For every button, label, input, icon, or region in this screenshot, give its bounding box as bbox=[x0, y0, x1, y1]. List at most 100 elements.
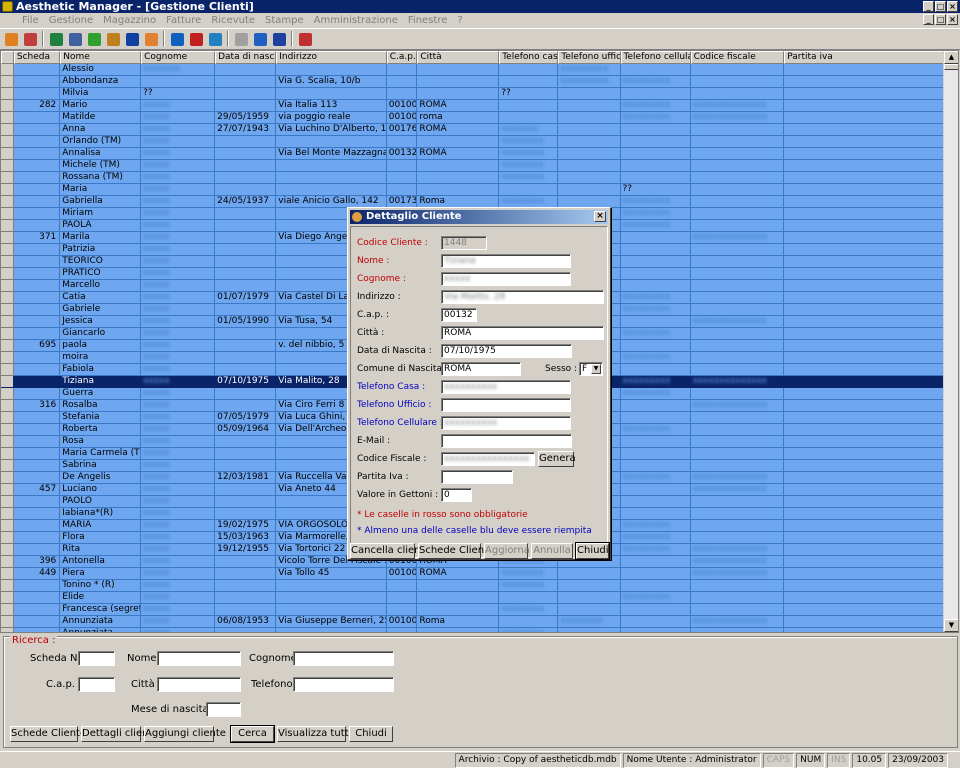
table-cell[interactable] bbox=[784, 556, 944, 568]
table-cell[interactable] bbox=[215, 76, 277, 88]
table-cell[interactable]: Abbondanza bbox=[60, 76, 142, 88]
table-cell[interactable] bbox=[13, 364, 61, 376]
table-cell[interactable]: xxxxxxxxxxxxxx bbox=[690, 484, 785, 496]
table-cell[interactable]: xxxxxxxxx bbox=[620, 76, 691, 88]
close-icon[interactable]: × bbox=[947, 1, 958, 12]
table-cell[interactable] bbox=[690, 220, 785, 232]
table-cell[interactable]: xxxxx bbox=[141, 280, 216, 292]
table-cell[interactable] bbox=[784, 376, 944, 388]
table-cell[interactable] bbox=[784, 568, 944, 580]
table-cell[interactable] bbox=[784, 496, 944, 508]
table-cell[interactable] bbox=[13, 448, 61, 460]
table-cell[interactable] bbox=[417, 88, 500, 100]
column-header[interactable]: Città bbox=[417, 51, 500, 64]
table-cell[interactable] bbox=[13, 532, 61, 544]
table-cell[interactable]: xxxxxxxxxxxxxx bbox=[690, 316, 785, 328]
table-cell[interactable] bbox=[620, 556, 691, 568]
table-cell[interactable] bbox=[215, 352, 277, 364]
table-cell[interactable] bbox=[620, 604, 691, 616]
comune-field[interactable]: ROMA bbox=[441, 362, 521, 376]
table-cell[interactable]: xxxxxxxx bbox=[499, 172, 559, 184]
column-header[interactable]: Partita iva bbox=[784, 51, 944, 64]
telefono-input[interactable] bbox=[293, 677, 394, 692]
row-selector[interactable] bbox=[1, 232, 14, 244]
scroll-down-icon[interactable]: ▼ bbox=[944, 619, 958, 632]
table-row[interactable]: Rossana (TM) xxxxx xxxxxxxx bbox=[1, 172, 944, 184]
row-selector[interactable] bbox=[1, 412, 14, 424]
table-row[interactable]: Annunziata xxxxx xxxxxxxx bbox=[1, 628, 944, 632]
table-cell[interactable]: ?? bbox=[499, 88, 559, 100]
table-cell[interactable]: xxxxx bbox=[141, 352, 216, 364]
row-selector[interactable] bbox=[1, 112, 14, 124]
table-cell[interactable] bbox=[690, 532, 785, 544]
table-cell[interactable] bbox=[690, 604, 785, 616]
table-cell[interactable] bbox=[690, 196, 785, 208]
users-icon[interactable] bbox=[21, 30, 39, 48]
table-cell[interactable] bbox=[620, 256, 691, 268]
table-cell[interactable] bbox=[558, 100, 621, 112]
table-cell[interactable] bbox=[558, 628, 621, 632]
table-cell[interactable]: MARIA bbox=[60, 520, 142, 532]
table-cell[interactable] bbox=[13, 352, 61, 364]
table-cell[interactable]: xxxxx bbox=[141, 484, 216, 496]
table-cell[interactable] bbox=[690, 580, 785, 592]
dialog-schede-cliente-button[interactable]: Schede Cliente bbox=[418, 543, 494, 559]
table-cell[interactable] bbox=[499, 64, 559, 76]
table-cell[interactable] bbox=[784, 340, 944, 352]
table-cell[interactable] bbox=[784, 208, 944, 220]
dialog-close-icon[interactable]: × bbox=[594, 211, 606, 222]
maximize-icon[interactable]: □ bbox=[935, 1, 946, 12]
table-cell[interactable]: Roberta bbox=[60, 424, 142, 436]
row-selector[interactable] bbox=[1, 448, 14, 460]
cap-field[interactable]: 00132 bbox=[441, 308, 477, 322]
table-cell[interactable]: xxxxxxxxxxxxxx bbox=[690, 400, 785, 412]
table-cell[interactable]: ?? bbox=[620, 184, 691, 196]
cancella-cliente-button[interactable]: Cancella cliente bbox=[350, 543, 431, 559]
table-cell[interactable] bbox=[784, 112, 944, 124]
table-cell[interactable] bbox=[784, 508, 944, 520]
chiudi-button[interactable]: Chiudi bbox=[349, 726, 393, 742]
table-cell[interactable]: Catia bbox=[60, 292, 142, 304]
table-row[interactable]: Alessio xxxxxxx xxxxxxxxx bbox=[1, 64, 944, 76]
table-cell[interactable]: xxxxxxxxxxxxxx bbox=[690, 472, 785, 484]
table-cell[interactable]: xxxxx bbox=[141, 220, 216, 232]
table-cell[interactable]: xxxxxxxxx bbox=[620, 208, 691, 220]
table-cell[interactable] bbox=[215, 592, 277, 604]
table-cell[interactable] bbox=[784, 88, 944, 100]
cap-input[interactable] bbox=[78, 677, 115, 692]
table-cell[interactable]: ROMA bbox=[417, 100, 500, 112]
table-cell[interactable] bbox=[620, 508, 691, 520]
table-cell[interactable]: xxxxx bbox=[141, 244, 216, 256]
table-cell[interactable]: moira bbox=[60, 352, 142, 364]
table-cell[interactable] bbox=[386, 184, 418, 196]
table-cell[interactable] bbox=[386, 76, 418, 88]
row-selector[interactable] bbox=[1, 520, 14, 532]
table-cell[interactable] bbox=[620, 148, 691, 160]
table-cell[interactable]: 316 bbox=[13, 400, 61, 412]
table-cell[interactable] bbox=[13, 280, 61, 292]
table-cell[interactable] bbox=[784, 76, 944, 88]
export-icon[interactable] bbox=[251, 30, 269, 48]
tel-casa-field[interactable]: xxxxxxxxxx bbox=[441, 380, 571, 394]
table-cell[interactable] bbox=[558, 136, 621, 148]
table-cell[interactable]: Luciano bbox=[60, 484, 142, 496]
aggiungi-cliente-button[interactable]: Aggiungi cliente bbox=[144, 726, 226, 742]
table-cell[interactable]: Patrizia bbox=[60, 244, 142, 256]
column-header[interactable]: Codice fiscale bbox=[690, 51, 785, 64]
table-cell[interactable] bbox=[784, 100, 944, 112]
table-cell[interactable] bbox=[784, 388, 944, 400]
table-cell[interactable]: 29/05/1959 bbox=[215, 112, 277, 124]
table-cell[interactable] bbox=[690, 460, 785, 472]
table-cell[interactable] bbox=[499, 100, 559, 112]
row-selector[interactable] bbox=[1, 220, 14, 232]
table-cell[interactable]: 00100 bbox=[386, 568, 418, 580]
table-cell[interactable] bbox=[215, 604, 277, 616]
table-cell[interactable] bbox=[276, 88, 387, 100]
annulla-button[interactable]: Annulla bbox=[531, 543, 573, 559]
row-selector[interactable] bbox=[1, 352, 14, 364]
column-header[interactable]: Telefono ufficio bbox=[558, 51, 621, 64]
row-selector[interactable] bbox=[1, 88, 14, 100]
table-cell[interactable]: xxxxxxxxx bbox=[620, 424, 691, 436]
table-cell[interactable] bbox=[13, 220, 61, 232]
dialog-title-bar[interactable]: Dettaglio Cliente × bbox=[350, 210, 608, 224]
